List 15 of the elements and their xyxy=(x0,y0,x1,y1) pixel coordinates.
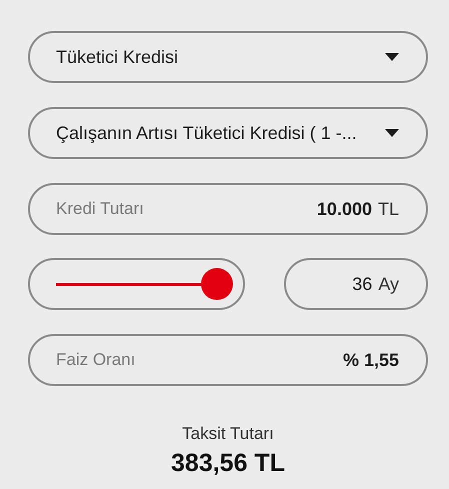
caret-icon xyxy=(385,129,399,137)
installment-label: Taksit Tutarı xyxy=(182,424,274,444)
months-field[interactable]: 36 Ay xyxy=(284,258,428,310)
field-label: Faiz Oranı xyxy=(56,349,136,372)
months-value: 36 Ay xyxy=(352,272,399,296)
field-label: Kredi Tutarı xyxy=(56,198,144,220)
slider-thumb[interactable] xyxy=(201,268,233,300)
loan-product-select[interactable]: Çalışanın Artısı Tüketici Kredisi ( 1 -... xyxy=(28,107,428,159)
amount-value: 10.000 TL xyxy=(316,198,399,220)
caret-icon xyxy=(385,53,399,61)
interest-rate-value: % 1,55 xyxy=(342,348,399,372)
loan-type-select[interactable]: Tüketici Kredisi xyxy=(28,31,428,83)
amount-field[interactable]: Kredi Tutarı 10.000 TL xyxy=(28,183,428,235)
term-slider[interactable] xyxy=(28,258,245,310)
installment-value: 383,56 TL xyxy=(171,448,285,478)
